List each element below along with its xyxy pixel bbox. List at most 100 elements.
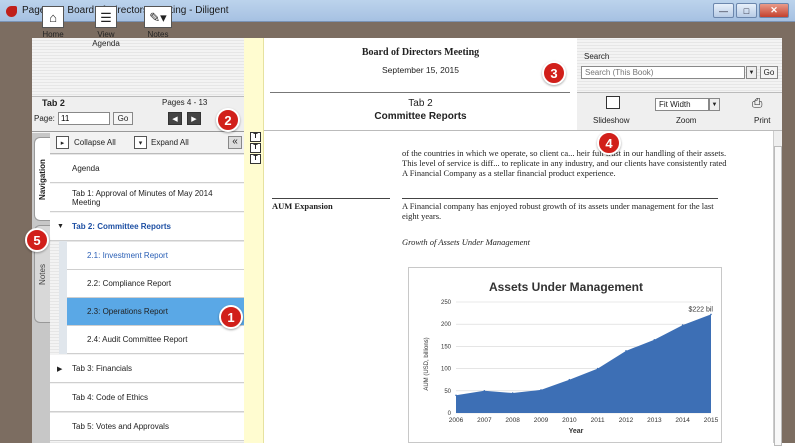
slideshow-icon[interactable]	[606, 96, 620, 109]
tab-marker-icon[interactable]: T	[250, 154, 261, 164]
tab-marker-strip	[244, 38, 264, 443]
collapse-panel-icon[interactable]: «	[228, 136, 242, 149]
zoom-select[interactable]: Fit Width	[655, 98, 709, 111]
chart-data-point	[483, 390, 486, 392]
chart-data-point	[540, 389, 542, 391]
zoom-label: Zoom	[676, 116, 697, 125]
page-number-input[interactable]	[58, 112, 110, 125]
chart-ytick-label: 200	[441, 322, 452, 328]
chart-title: Assets Under Management	[489, 280, 643, 294]
callout-badge-2: 2	[216, 108, 240, 132]
nav-item-2-2[interactable]: 2.2: Compliance Report	[67, 270, 244, 298]
print-label: Print	[754, 116, 771, 125]
section-heading: AUM Expansion	[272, 201, 333, 211]
search-label: Search	[584, 52, 610, 61]
chart-data-point	[568, 378, 571, 381]
home-button[interactable]: ⌂ Home	[38, 6, 68, 39]
expanded-caret-icon[interactable]: ▼	[57, 223, 64, 230]
tab-marker-icon[interactable]: T	[250, 132, 261, 142]
notes-button[interactable]: ✎▾ Notes	[140, 6, 176, 39]
document-title: Board of Directors Meeting	[361, 47, 480, 58]
scrollbar-thumb[interactable]	[774, 146, 782, 446]
aum-chart-container: Assets Under Management AUM (USD, billio…	[408, 267, 722, 443]
chart-xtick-label: 2007	[477, 417, 492, 424]
search-input[interactable]	[581, 66, 745, 79]
collapse-all-button[interactable]: Collapse All	[74, 138, 116, 147]
page-range: Pages 4 - 13	[162, 98, 208, 107]
chart-xtick-label: 2009	[534, 417, 549, 424]
previous-page-button[interactable]: ◀	[168, 112, 182, 125]
chart-xtick-label: 2015	[704, 417, 719, 424]
nav-item-agenda[interactable]: Agenda	[50, 155, 244, 183]
search-scope-dropdown[interactable]: ▼	[746, 66, 757, 79]
chart-data-point	[681, 324, 684, 326]
section-divider	[402, 198, 718, 199]
tab-navigation[interactable]: Navigation	[34, 137, 50, 221]
body-paragraph: of the countries in which we operate, so…	[402, 148, 727, 178]
view-agenda-button[interactable]: ☰ View Agenda	[86, 6, 126, 48]
header-bottom-border	[264, 130, 782, 131]
tab-title: Tab 2	[408, 98, 433, 109]
chart-xtick-label: 2011	[591, 417, 605, 424]
page-go-button[interactable]: Go	[113, 112, 133, 125]
chart-ytick-label: 100	[441, 367, 452, 373]
header-divider	[270, 92, 570, 93]
home-icon: ⌂	[42, 6, 64, 28]
chart-data-point	[596, 367, 599, 370]
nav-item-tab2[interactable]: ▼ Tab 2: Committee Reports	[50, 213, 244, 241]
print-icon[interactable]: ⎙	[752, 95, 762, 111]
section-divider	[272, 198, 390, 199]
chart-end-label: $222 bil	[688, 306, 713, 313]
collapse-all-icon[interactable]: ▸	[56, 136, 69, 149]
chart-ytick-label: 250	[441, 300, 452, 306]
chart-data-point	[511, 392, 514, 394]
nav-item-2-4[interactable]: 2.4: Audit Committee Report	[67, 326, 244, 354]
callout-badge-4: 4	[597, 131, 621, 155]
nav-item-2-1[interactable]: 2.1: Investment Report	[67, 242, 244, 270]
nav-item-tab5[interactable]: Tab 5: Votes and Approvals	[50, 413, 244, 441]
search-go-button[interactable]: Go	[760, 66, 778, 79]
current-tab-label: Tab 2	[42, 98, 65, 108]
side-tab-strip: Navigation Notes	[32, 133, 50, 443]
callout-badge-5: 5	[25, 228, 49, 252]
nav-item-2-3[interactable]: 2.3: Operations Report	[67, 298, 244, 326]
collapsed-caret-icon[interactable]: ▶	[57, 365, 62, 373]
chart-data-point	[710, 313, 712, 316]
home-label: Home	[42, 30, 64, 39]
nav-item-tab1[interactable]: Tab 1: Approval of Minutes of May 2014 M…	[50, 184, 244, 212]
slideshow-label: Slideshow	[593, 116, 630, 125]
body-paragraph: A Financial company has enjoyed robust g…	[402, 201, 714, 221]
nav-item-tab4[interactable]: Tab 4: Code of Ethics	[50, 384, 244, 412]
page-label: Page:	[34, 114, 55, 123]
chart-xtick-label: 2010	[562, 417, 577, 424]
tab-subtitle: Committee Reports	[374, 111, 467, 122]
tab-marker-icon[interactable]: T	[250, 143, 261, 153]
chart-xtick-label: 2006	[449, 417, 464, 424]
chart-xtick-label: 2013	[647, 417, 662, 424]
maximize-button[interactable]: □	[736, 3, 757, 18]
chart-ytick-label: 150	[441, 344, 452, 350]
app-logo-icon	[6, 6, 17, 17]
chart-area-series	[456, 314, 711, 413]
view-agenda-label: View Agenda	[92, 30, 120, 48]
next-page-button[interactable]: ▶	[187, 112, 201, 125]
callout-badge-1: 1	[219, 305, 243, 329]
vertical-scrollbar[interactable]	[773, 131, 782, 446]
minimize-button[interactable]: —	[713, 3, 734, 18]
chart-ytick-label: 50	[444, 389, 451, 395]
chart-xtick-label: 2008	[505, 417, 520, 424]
chart-xtick-label: 2012	[619, 417, 634, 424]
close-button[interactable]: ✕	[759, 3, 789, 18]
expand-all-button[interactable]: Expand All	[151, 138, 189, 147]
document-date: September 15, 2015	[381, 65, 460, 75]
chart-data-point	[625, 350, 627, 352]
zoom-dropdown-icon[interactable]: ▼	[709, 98, 720, 111]
chart-xtick-label: 2014	[675, 417, 690, 424]
nav-item-tab3[interactable]: ▶ Tab 3: Financials	[50, 355, 244, 383]
chart-caption: Growth of Assets Under Management	[402, 237, 530, 247]
subitem-indent-guide	[59, 240, 67, 354]
chart-xlabel: Year	[569, 428, 584, 435]
navigation-header: ▸ Collapse All ▾ Expand All «	[50, 133, 244, 154]
callout-badge-3: 3	[542, 61, 566, 85]
expand-all-icon[interactable]: ▾	[134, 136, 147, 149]
